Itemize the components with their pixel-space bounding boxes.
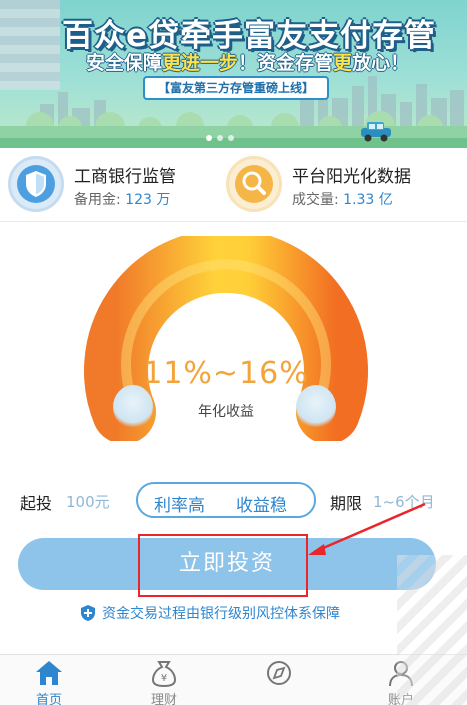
feature-label: 备用金: (74, 192, 121, 208)
money-bag-icon: ¥ (151, 661, 177, 687)
feature-subtitle: 成交量: 1.33 亿 (292, 189, 393, 209)
min-invest-value: 100元 (66, 493, 110, 511)
feature-platform-data[interactable]: 平台阳光化数据 成交量: 1.33 亿 (226, 156, 456, 214)
carousel-dot[interactable] (228, 135, 234, 141)
watermark-blur (397, 555, 467, 705)
tab-label: 首页 (35, 693, 62, 705)
banner-tag: 【富友第三方存管重磅上线】 (143, 76, 329, 100)
compass-icon (267, 661, 291, 685)
banner-subtitle-part: 安全保障 (86, 52, 163, 74)
volume-value: 1.33 亿 (343, 192, 393, 208)
carousel-indicator[interactable] (206, 135, 234, 141)
shield-plus-icon (81, 605, 95, 621)
highlight-box (138, 534, 308, 597)
svg-text:¥: ¥ (161, 673, 167, 684)
magnifier-icon (226, 156, 282, 212)
pixelated-logo (0, 0, 60, 90)
feature-title: 平台阳光化数据 (292, 167, 411, 187)
banner-subtitle-highlight: 更进一步 (162, 52, 239, 74)
feature-bank-supervision[interactable]: 工商银行监管 备用金: 123 万 (8, 156, 218, 214)
tag-stable-return: 收益稳 (236, 496, 287, 516)
banner-subtitle: 安全保障更进一步！资金存管更放心！ (86, 48, 409, 75)
shield-icon (8, 156, 64, 212)
feature-subtitle: 备用金: 123 万 (74, 189, 170, 209)
features-row: 工商银行监管 备用金: 123 万 平台阳光化数据 成交量: 1.33 亿 (0, 148, 467, 222)
banner-subtitle-part: 放心！ (352, 52, 410, 74)
promo-banner[interactable]: 百众e贷牵手富友支付存管 安全保障更进一步！资金存管更放心！ 【富友第三方存管重… (0, 0, 467, 148)
car-illustration (361, 122, 391, 142)
tag-high-rate: 利率高 (154, 496, 205, 516)
carousel-dot[interactable] (217, 135, 223, 141)
security-notice: 资金交易过程由银行级别风控体系保障 (80, 603, 340, 623)
reserve-fund-value: 123 万 (125, 192, 171, 208)
tab-finance[interactable]: ¥ 理财 (119, 659, 209, 705)
water-splash-decoration (113, 385, 153, 429)
annotation-arrow (308, 502, 426, 555)
min-invest-label: 起投 (20, 494, 53, 513)
tab-label: 理财 (150, 693, 177, 705)
tab-discover[interactable] (234, 659, 324, 705)
banner-subtitle-highlight: 更 (333, 52, 353, 74)
water-splash-decoration (296, 385, 336, 429)
banner-subtitle-part: ！资金存管 (238, 52, 334, 74)
carousel-dot[interactable] (206, 135, 212, 141)
feature-tags: 利率高 收益稳 (136, 482, 316, 518)
annual-rate-value: 11%~16% (143, 356, 309, 391)
tab-home[interactable]: 首页 (4, 659, 94, 705)
feature-title: 工商银行监管 (74, 167, 176, 187)
feature-label: 成交量: (292, 192, 339, 208)
home-icon (36, 661, 62, 685)
security-notice-text: 资金交易过程由银行级别风控体系保障 (102, 606, 340, 622)
